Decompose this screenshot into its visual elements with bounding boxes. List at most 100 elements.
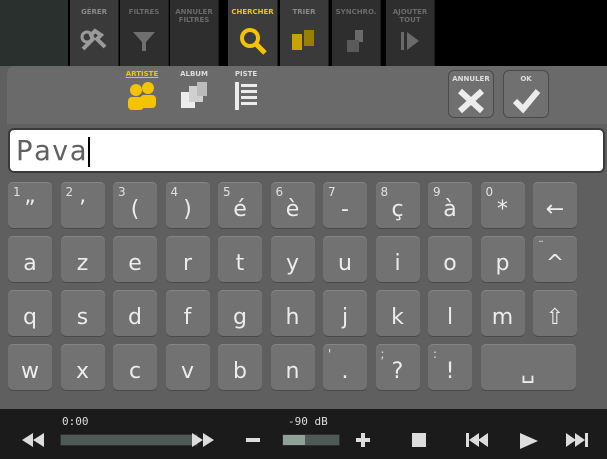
key-row2-2[interactable]: e [113, 236, 157, 282]
key-label: a [23, 251, 37, 276]
key-label: s [76, 305, 89, 330]
key-label: q [23, 305, 37, 330]
rewind-icon[interactable] [22, 433, 44, 451]
add-all-button[interactable]: AJOUTER TOUT [386, 0, 435, 66]
sync-button[interactable]: SYNCHRO. [332, 0, 381, 66]
key-row3-0[interactable]: q [8, 290, 52, 336]
search-input[interactable]: Pava [8, 128, 605, 173]
key-label: u [338, 251, 352, 276]
key-label: j [341, 305, 349, 330]
key-label: b [233, 359, 247, 384]
key-label: ^ [545, 251, 565, 276]
key-label: ? [391, 359, 404, 384]
key-row4-9[interactable]: ␣ [480, 344, 576, 390]
key-row2-4[interactable]: t [218, 236, 262, 282]
cancel-button[interactable]: ANNULER [448, 70, 494, 118]
player-bar: 0:00 -90 dB [0, 409, 607, 459]
key-row4-6[interactable]: '. [323, 344, 367, 390]
key-row1-6[interactable]: 7- [323, 182, 367, 228]
key-label: ) [183, 197, 192, 222]
search-button[interactable]: CHERCHER [228, 0, 278, 66]
volume-up-icon[interactable] [356, 433, 370, 451]
key-row1-7[interactable]: 8ç [375, 182, 420, 228]
key-row3-4[interactable]: g [218, 290, 262, 336]
manage-button[interactable]: GÉRER [70, 0, 119, 66]
key-row1-10[interactable]: ← [533, 182, 577, 228]
key-row3-6[interactable]: j [323, 290, 367, 336]
key-label: n [285, 359, 300, 384]
key-row3-7[interactable]: k [375, 290, 420, 336]
key-row3-3[interactable]: f [165, 290, 210, 336]
key-row2-5[interactable]: y [270, 236, 315, 282]
key-label: ! [445, 359, 455, 384]
key-label: w [21, 359, 39, 384]
cancel-filters-label: ANNULER FILTRES [175, 8, 213, 24]
mode-track-label: PISTE [234, 70, 258, 78]
key-label: h [285, 305, 300, 330]
key-label: d [128, 305, 142, 330]
key-row2-1[interactable]: z [60, 236, 105, 282]
key-row1-3[interactable]: 4) [165, 182, 210, 228]
key-row4-2[interactable]: c [113, 344, 157, 390]
sort-label: TRIER [292, 8, 316, 16]
key-label: ç [391, 197, 404, 222]
mode-artist-button[interactable]: ARTISTE [117, 66, 167, 122]
key-label: x [75, 359, 90, 384]
key-row3-1[interactable]: s [60, 290, 105, 336]
key-row1-1[interactable]: 2’ [60, 182, 105, 228]
key-label: t [235, 251, 245, 276]
volume-bar[interactable] [282, 434, 340, 446]
key-row2-3[interactable]: r [165, 236, 210, 282]
key-row1-9[interactable]: 0 * [480, 182, 525, 228]
key-row1-4[interactable]: 5é [218, 182, 262, 228]
key-row4-4[interactable]: b [218, 344, 262, 390]
previous-track-icon[interactable] [466, 433, 488, 451]
key-row3-8[interactable]: l [428, 290, 472, 336]
key-row3-10[interactable]: ⇧ [533, 290, 577, 336]
key-row2-6[interactable]: u [323, 236, 367, 282]
stop-icon[interactable] [412, 433, 426, 451]
search-panel: ARTISTE ALBUM PISTE ANNULER OK Pava 1 ” … [0, 66, 607, 409]
key-label: e [128, 251, 142, 276]
sort-button[interactable]: TRIER [280, 0, 329, 66]
ok-button[interactable]: OK [503, 70, 549, 118]
volume-down-icon[interactable] [246, 433, 260, 451]
key-label: . [341, 359, 349, 384]
mode-track-button[interactable]: PISTE [221, 66, 271, 122]
key-row2-7[interactable]: i [375, 236, 420, 282]
track-icon [221, 80, 271, 112]
key-row3-2[interactable]: d [113, 290, 157, 336]
toolbar: GÉRER FILTRES ANNULER FILTRES CHERCHER T… [0, 0, 607, 66]
key-row2-9[interactable]: p [480, 236, 525, 282]
cancel-filters-button[interactable]: ANNULER FILTRES [170, 0, 219, 66]
fast-forward-icon[interactable] [192, 433, 214, 451]
cancel-label: ANNULER [452, 75, 490, 83]
key-row1-2[interactable]: 3( [113, 182, 157, 228]
key-label: i [394, 251, 401, 276]
key-row3-5[interactable]: h [270, 290, 315, 336]
key-row2-0[interactable]: a [8, 236, 52, 282]
mode-album-button[interactable]: ALBUM [169, 66, 219, 122]
key-label: ” [24, 197, 36, 222]
key-row2-8[interactable]: o [428, 236, 472, 282]
key-row4-1[interactable]: x [60, 344, 105, 390]
key-row4-3[interactable]: v [165, 344, 210, 390]
key-label: o [443, 251, 457, 276]
key-row4-0[interactable]: w [8, 344, 52, 390]
key-row4-8[interactable]: :! [428, 344, 472, 390]
filters-button[interactable]: FILTRES [120, 0, 169, 66]
key-row1-0[interactable]: 1” [8, 182, 52, 228]
key-row1-8[interactable]: 9à [428, 182, 472, 228]
key-label: é [233, 197, 247, 222]
key-row1-5[interactable]: 6è [270, 182, 315, 228]
key-row4-5[interactable]: n [270, 344, 315, 390]
sync-icon [332, 26, 380, 56]
key-row4-7[interactable]: ;? [375, 344, 420, 390]
progress-bar[interactable] [60, 434, 198, 446]
add-all-label: AJOUTER TOUT [392, 8, 428, 24]
key-label: l [446, 305, 454, 330]
key-row3-9[interactable]: m [480, 290, 525, 336]
next-track-icon[interactable] [566, 433, 588, 451]
play-icon[interactable] [520, 433, 538, 453]
key-row2-10[interactable]: ¨ ^ [533, 236, 577, 282]
